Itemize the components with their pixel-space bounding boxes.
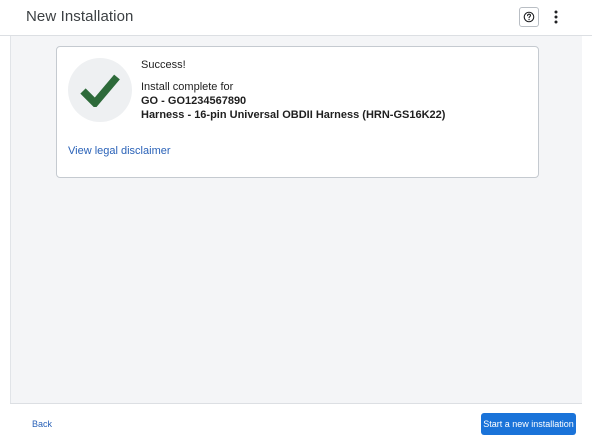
back-button[interactable]: Back: [32, 419, 52, 429]
main-content: Success! Install complete for GO - GO123…: [10, 36, 582, 403]
start-new-installation-button[interactable]: Start a new installation: [481, 413, 576, 435]
question-circle-icon: [523, 11, 535, 23]
more-vertical-icon: [554, 10, 558, 24]
device-serial-text: GO - GO1234567890: [141, 95, 247, 107]
success-card: Success! Install complete for GO - GO123…: [56, 46, 539, 178]
footer-bar: Back Start a new installation: [10, 403, 582, 444]
page-title: New Installation: [26, 8, 134, 25]
harness-text: Harness - 16-pin Universal OBDII Harness…: [141, 109, 446, 121]
install-complete-text: Install complete for: [141, 81, 234, 93]
help-button[interactable]: [519, 7, 539, 27]
legal-disclaimer-link[interactable]: View legal disclaimer: [68, 145, 171, 157]
success-status-circle: [68, 58, 132, 122]
app-header: New Installation: [0, 0, 592, 36]
success-message: Success! Install complete for GO - GO123…: [141, 58, 445, 122]
checkmark-icon: [80, 74, 120, 107]
success-title: Success!: [141, 59, 186, 71]
more-options-button[interactable]: [549, 7, 563, 27]
